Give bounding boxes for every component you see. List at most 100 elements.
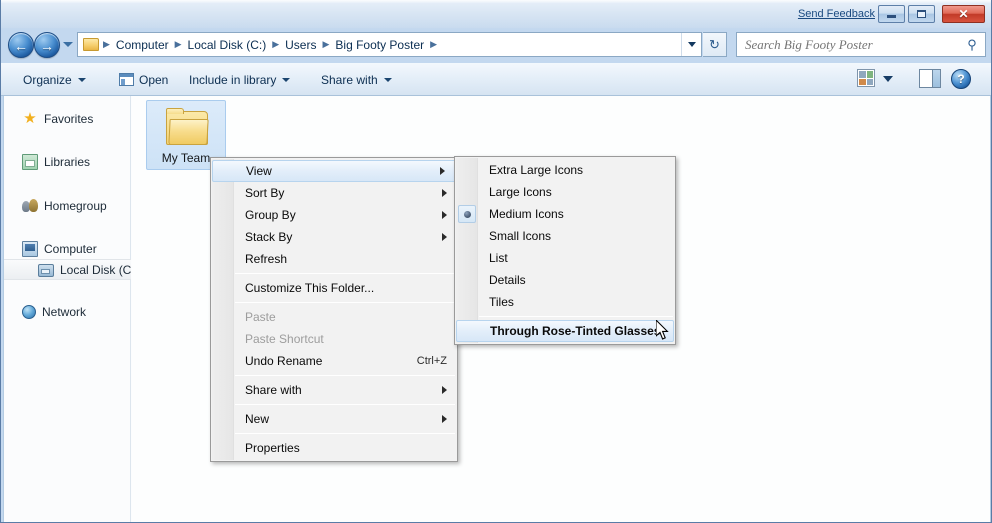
menu-item-extra-large-icons[interactable]: Extra Large Icons bbox=[455, 159, 675, 181]
back-button[interactable]: ← bbox=[8, 32, 34, 58]
menu-item-details[interactable]: Details bbox=[455, 269, 675, 291]
submenu-arrow-icon bbox=[442, 386, 447, 394]
sidebar-item-local-disk-c[interactable]: Local Disk (C: bbox=[4, 259, 135, 280]
search-icon[interactable]: ⚲ bbox=[959, 37, 985, 53]
title-bar: Send Feedback ✕ bbox=[1, 0, 991, 28]
menu-separator bbox=[235, 273, 455, 274]
menu-item-label: Customize This Folder... bbox=[245, 281, 375, 295]
menu-separator bbox=[235, 433, 455, 434]
view-submenu[interactable]: Extra Large Icons Large Icons Medium Icons… bbox=[454, 156, 676, 345]
send-feedback-link[interactable]: Send Feedback bbox=[798, 8, 875, 20]
breadcrumb-separator-icon: ▶ bbox=[322, 39, 330, 49]
maximize-button[interactable] bbox=[908, 5, 935, 23]
forward-button[interactable]: → bbox=[34, 32, 60, 58]
menu-item-label: Extra Large Icons bbox=[489, 163, 584, 177]
sidebar-item-libraries[interactable]: Libraries bbox=[4, 151, 131, 172]
menu-item-new[interactable]: New bbox=[211, 408, 457, 430]
menu-item-label: Sort By bbox=[245, 186, 285, 200]
search-box[interactable]: ⚲ bbox=[736, 32, 986, 57]
menu-separator bbox=[235, 302, 455, 303]
breadcrumb-separator-icon: ▶ bbox=[272, 39, 280, 49]
include-in-library-button[interactable]: Include in library bbox=[183, 68, 296, 91]
breadcrumb-item-3[interactable]: Users bbox=[280, 36, 321, 54]
sidebar-item-favorites[interactable]: ★ Favorites bbox=[4, 108, 131, 129]
breadcrumb: ▶ Computer ▶ Local Disk (C:) ▶ Users ▶ Big Foot… bbox=[102, 33, 681, 56]
share-with-label: Share with bbox=[321, 72, 378, 87]
breadcrumb-item-1[interactable]: Computer bbox=[111, 36, 174, 54]
close-icon: ✕ bbox=[958, 7, 969, 21]
menu-item-label: Paste bbox=[245, 310, 276, 324]
menu-item-view[interactable]: View bbox=[212, 160, 456, 182]
breadcrumb-separator-icon: ▶ bbox=[103, 39, 110, 49]
change-view-button[interactable] bbox=[857, 69, 877, 89]
preview-pane-button[interactable] bbox=[919, 69, 941, 88]
menu-item-refresh[interactable]: Refresh bbox=[211, 248, 457, 270]
menu-item-label: View bbox=[246, 164, 272, 178]
menu-item-label: Stack By bbox=[245, 230, 293, 244]
sidebar-item-label: Network bbox=[42, 304, 87, 319]
disk-drive-icon bbox=[38, 264, 54, 277]
open-label: Open bbox=[139, 72, 169, 87]
organize-button[interactable]: Organize bbox=[17, 68, 92, 91]
help-button[interactable]: ? bbox=[951, 69, 971, 89]
menu-item-label: Share with bbox=[245, 383, 302, 397]
menu-separator bbox=[479, 316, 673, 317]
menu-item-paste: Paste bbox=[211, 306, 457, 328]
change-view-chevron-down-icon[interactable] bbox=[883, 76, 893, 82]
menu-item-sort-by[interactable]: Sort By bbox=[211, 182, 457, 204]
minimize-button[interactable] bbox=[878, 5, 905, 23]
menu-item-label: Paste Shortcut bbox=[245, 332, 324, 346]
sidebar-item-computer[interactable]: Computer bbox=[4, 238, 131, 259]
menu-item-label: Large Icons bbox=[489, 185, 552, 199]
chevron-down-icon bbox=[383, 77, 392, 82]
breadcrumb-item-2[interactable]: Local Disk (C:) bbox=[183, 36, 272, 54]
navigation-pane: ★ Favorites Libraries Homegroup Computer Loca… bbox=[4, 96, 135, 522]
menu-item-through-rose-tinted-glasses[interactable]: Through Rose-Tinted Glasses bbox=[456, 320, 674, 342]
address-dropdown-button[interactable] bbox=[681, 33, 701, 56]
menu-item-share-with[interactable]: Share with bbox=[211, 379, 457, 401]
address-bar[interactable]: ▶ Computer ▶ Local Disk (C:) ▶ Users ▶ Big Foot… bbox=[77, 32, 702, 57]
breadcrumb-item-4[interactable]: Big Footy Poster bbox=[330, 36, 429, 54]
maximize-icon bbox=[909, 6, 934, 22]
share-with-button[interactable]: Share with bbox=[315, 68, 398, 91]
sidebar-item-label: Local Disk (C: bbox=[60, 262, 135, 277]
title-bar-highlight bbox=[1, 0, 991, 3]
menu-item-label: Undo Rename bbox=[245, 354, 323, 368]
menu-item-stack-by[interactable]: Stack By bbox=[211, 226, 457, 248]
sidebar-item-label: Computer bbox=[44, 241, 97, 256]
minimize-icon bbox=[879, 6, 904, 22]
menu-item-properties[interactable]: Properties bbox=[211, 437, 457, 459]
menu-item-list[interactable]: List bbox=[455, 247, 675, 269]
refresh-icon: ↻ bbox=[709, 36, 720, 52]
close-button[interactable]: ✕ bbox=[942, 5, 985, 23]
forward-arrow-icon: → bbox=[40, 38, 54, 54]
menu-separator bbox=[235, 375, 455, 376]
open-button[interactable]: Open bbox=[113, 68, 174, 91]
menu-item-label: Details bbox=[489, 273, 526, 287]
menu-item-customize-this-folder[interactable]: Customize This Folder... bbox=[211, 277, 457, 299]
menu-item-label: Refresh bbox=[245, 252, 288, 266]
back-arrow-icon: ← bbox=[14, 38, 28, 54]
menu-item-small-icons[interactable]: Small Icons bbox=[455, 225, 675, 247]
menu-item-group-by[interactable]: Group By bbox=[211, 204, 457, 226]
preview-pane-icon bbox=[920, 70, 932, 87]
search-input[interactable] bbox=[743, 35, 959, 54]
context-menu[interactable]: View Sort By Group By Stack By Refresh Custom… bbox=[210, 157, 458, 462]
include-in-library-label: Include in library bbox=[189, 72, 277, 87]
menu-item-label: Through Rose-Tinted Glasses bbox=[490, 324, 661, 338]
menu-item-shortcut: Ctrl+Z bbox=[416, 355, 447, 367]
menu-item-large-icons[interactable]: Large Icons bbox=[455, 181, 675, 203]
sidebar-item-homegroup[interactable]: Homegroup bbox=[4, 195, 131, 216]
submenu-arrow-icon bbox=[442, 415, 447, 423]
chevron-down-icon bbox=[687, 42, 696, 47]
computer-icon bbox=[22, 240, 38, 257]
command-toolbar: Organize Open Include in library Share w… bbox=[1, 63, 991, 96]
menu-item-label: Small Icons bbox=[489, 229, 552, 243]
menu-item-undo-rename[interactable]: Undo Rename Ctrl+Z bbox=[211, 350, 457, 372]
menu-item-medium-icons[interactable]: Medium Icons bbox=[455, 203, 675, 225]
sidebar-item-network[interactable]: Network bbox=[4, 301, 131, 322]
recent-pages-chevron-down-icon[interactable] bbox=[63, 42, 73, 47]
menu-separator bbox=[235, 404, 455, 405]
refresh-button[interactable]: ↻ bbox=[703, 32, 727, 57]
menu-item-tiles[interactable]: Tiles bbox=[455, 291, 675, 313]
